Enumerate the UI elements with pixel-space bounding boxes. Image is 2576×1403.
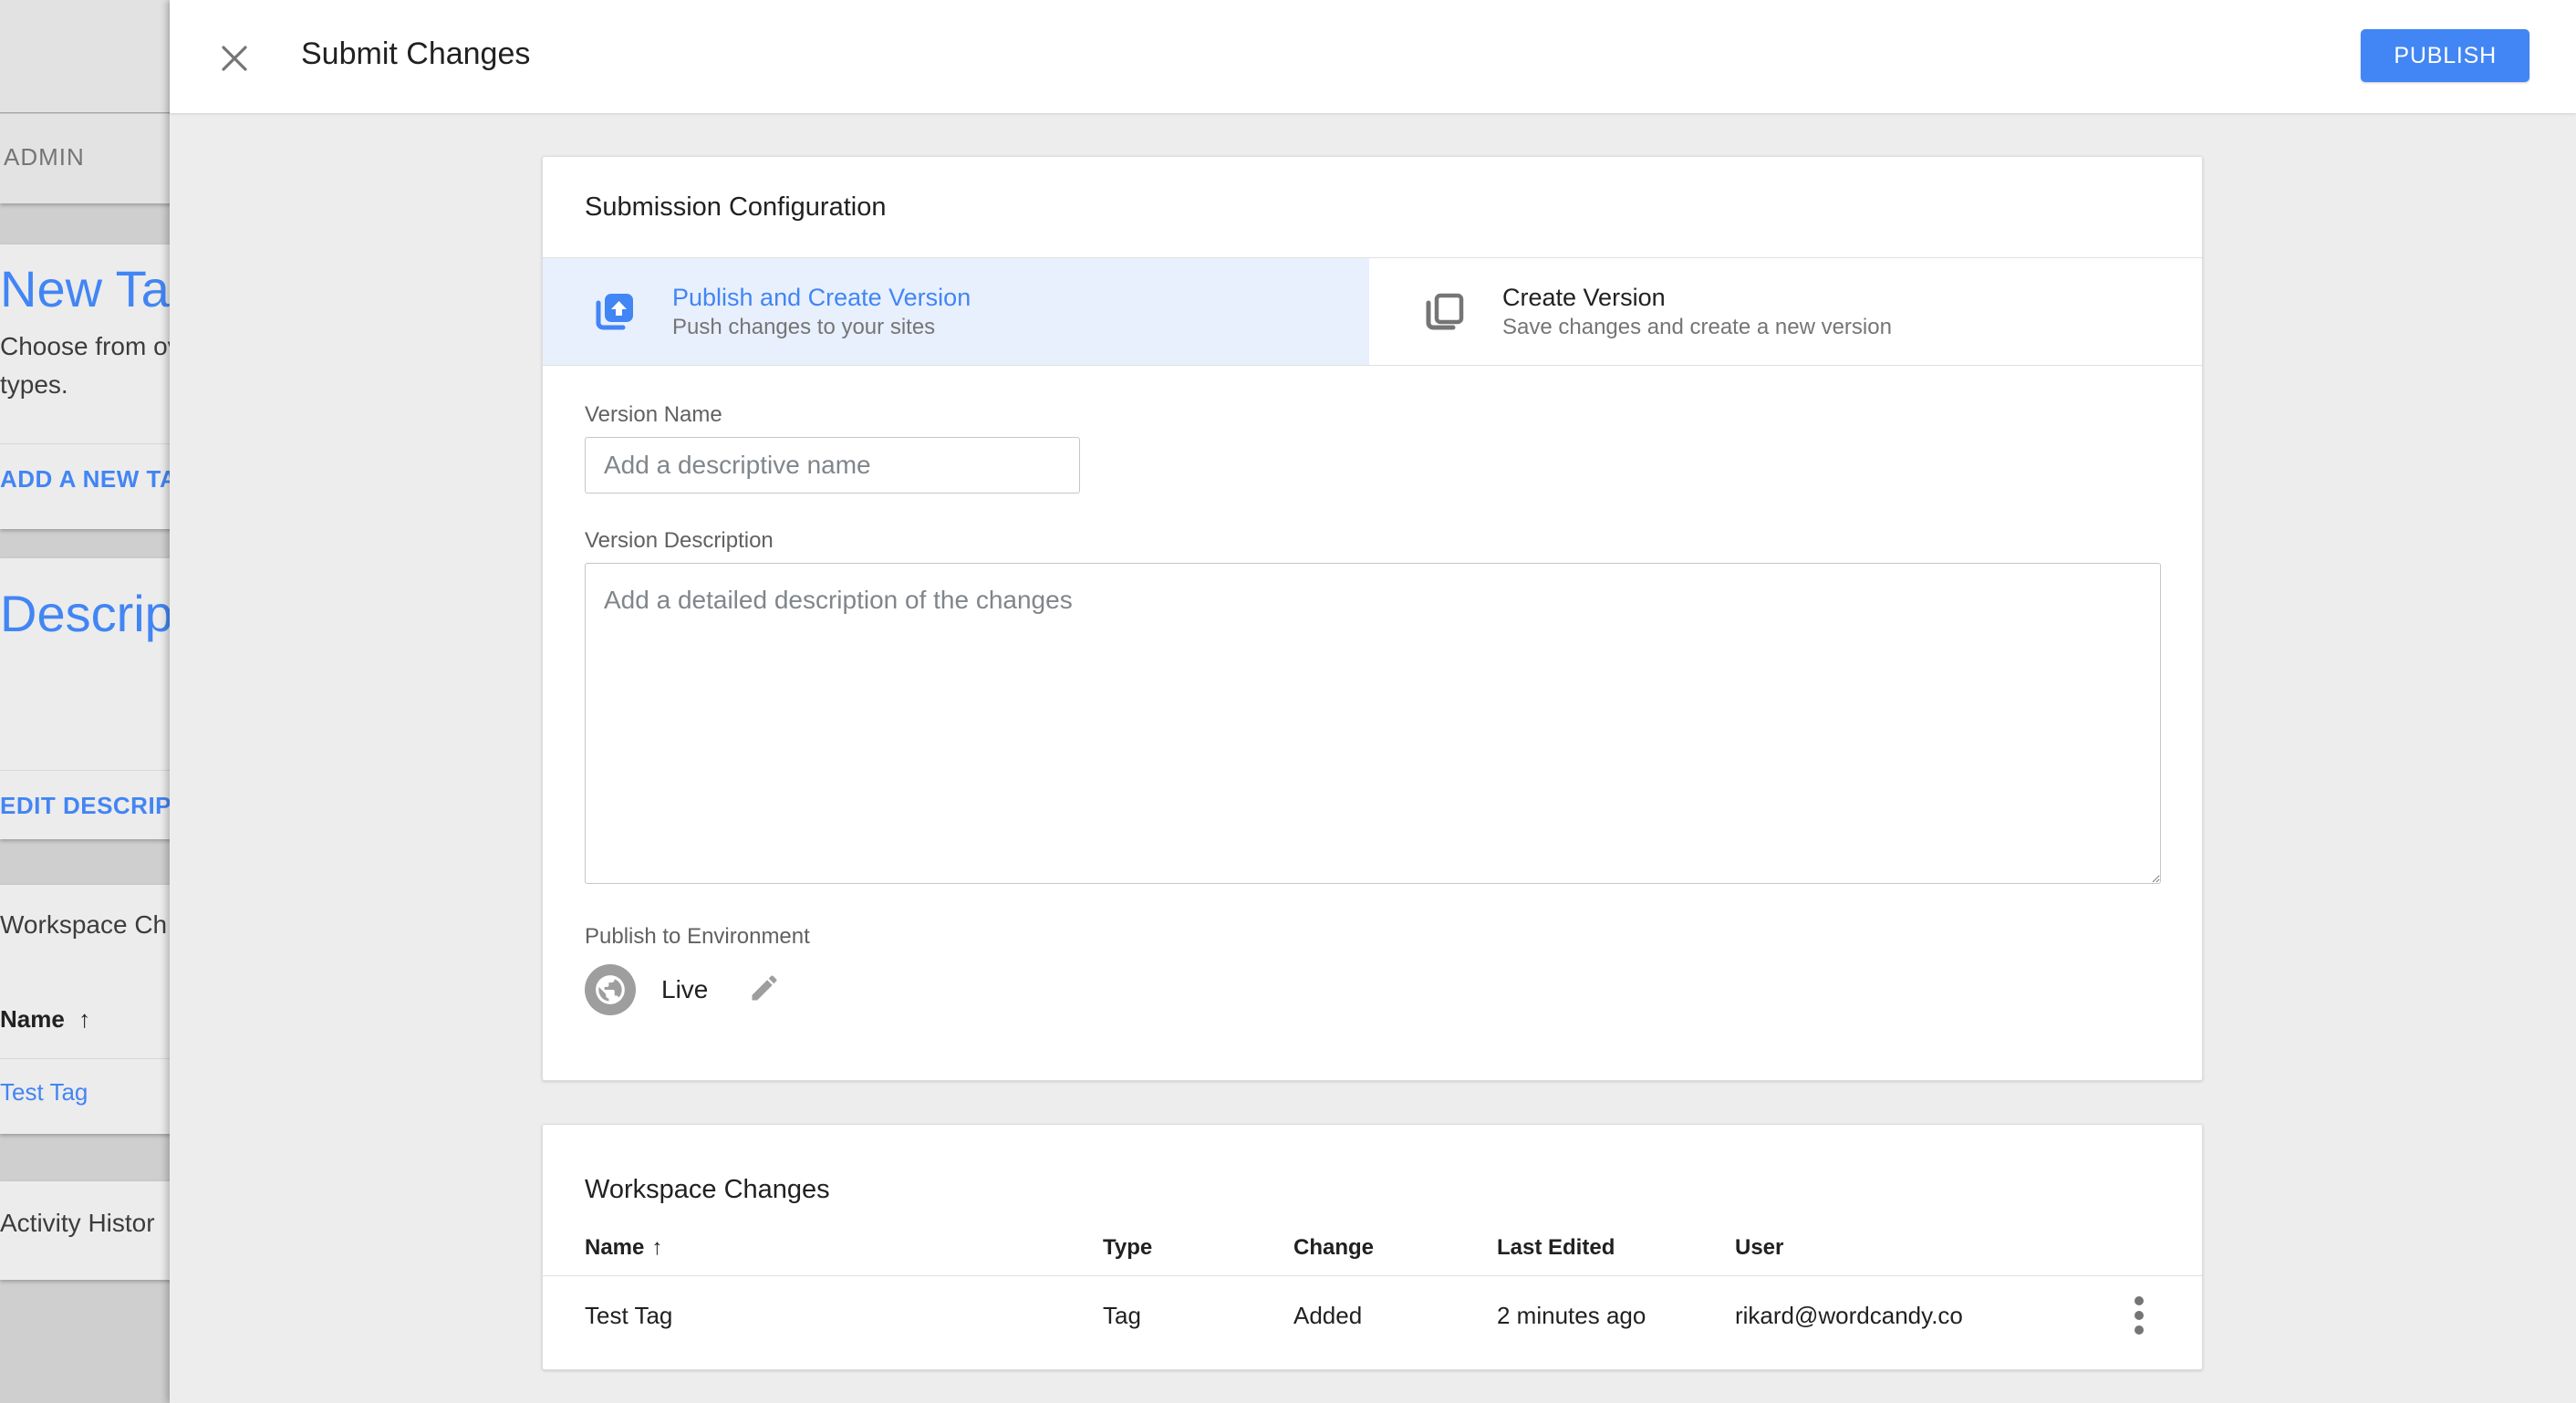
change-type: Tag	[1103, 1302, 1293, 1330]
dialog-body: Submission Configuration Publish and	[170, 113, 2576, 1403]
admin-label: ADMIN	[4, 143, 85, 171]
edit-environment-icon[interactable]	[748, 972, 784, 1008]
sort-ascending-icon: ↑	[651, 1235, 662, 1260]
background-admin-band: ADMIN	[0, 114, 170, 203]
change-last-edited: 2 minutes ago	[1497, 1302, 1735, 1330]
option-text: Publish and Create Version Push changes …	[672, 282, 971, 342]
publish-to-environment-label: Publish to Environment	[585, 924, 2159, 950]
changes-table-header: Name↑ Type Change Last Edited User	[543, 1220, 2202, 1276]
close-icon[interactable]	[218, 42, 251, 75]
submission-form: Version Name Version Description Publish…	[543, 366, 2202, 1015]
background-topbar	[0, 0, 170, 113]
option-text: Create Version Save changes and create a…	[1502, 282, 1892, 342]
sort-ascending-icon: ↑	[78, 1005, 90, 1033]
new-tag-desc-line2: types.	[0, 370, 68, 400]
change-user: rikard@wordcandy.co	[1735, 1302, 2104, 1330]
workspace-changes-card: Workspace Changes Name↑ Type Change Last…	[542, 1124, 2203, 1370]
submission-configuration-title: Submission Configuration	[585, 192, 886, 223]
background-workspace-changes-card: Workspace Ch Name ↑ Test Tag	[0, 885, 170, 1134]
version-name-label: Version Name	[585, 402, 2159, 428]
publish-button[interactable]: PUBLISH	[2361, 29, 2529, 82]
divider	[0, 770, 170, 771]
background-activity-history-card: Activity Histor	[0, 1181, 170, 1280]
submit-changes-dialog: Submit Changes PUBLISH Submission Config…	[170, 0, 2576, 1403]
card-title-row: Workspace Changes	[543, 1125, 2202, 1220]
create-version-icon	[1422, 290, 1466, 334]
new-tag-desc-line1: Choose from ov	[0, 332, 170, 361]
environment-row: Live	[585, 964, 2159, 1015]
version-name-input[interactable]	[585, 437, 1080, 494]
version-description-textarea[interactable]	[585, 563, 2161, 884]
screen: ADMIN New Tag Choose from ov types. ADD …	[0, 0, 2576, 1403]
new-tag-title: New Tag	[0, 259, 170, 318]
option-publish-and-create-version[interactable]: Publish and Create Version Push changes …	[543, 258, 1369, 365]
name-column-header[interactable]: Name ↑	[0, 1005, 90, 1034]
submission-type-options: Publish and Create Version Push changes …	[543, 257, 2202, 366]
change-kind: Added	[1293, 1302, 1497, 1330]
row-overflow-menu-icon[interactable]	[2119, 1290, 2159, 1341]
table-row: Test Tag Tag Added 2 minutes ago rikard@…	[543, 1276, 2202, 1355]
divider	[0, 1058, 170, 1059]
background-description-card: Descripti EDIT DESCRIPTI	[0, 558, 170, 839]
version-description-label: Version Description	[585, 528, 2159, 554]
test-tag-link[interactable]: Test Tag	[0, 1078, 88, 1107]
publish-icon	[592, 290, 636, 334]
edit-description-button[interactable]: EDIT DESCRIPTI	[0, 792, 170, 820]
card-title-row: Submission Configuration	[543, 157, 2202, 257]
workspace-changes-title: Workspace Ch	[0, 910, 167, 940]
activity-history-title: Activity Histor	[0, 1209, 155, 1238]
description-title: Descripti	[0, 584, 170, 643]
option-title: Publish and Create Version	[672, 282, 971, 313]
globe-icon	[585, 964, 636, 1015]
column-header-name[interactable]: Name↑	[585, 1235, 1103, 1261]
environment-name: Live	[661, 975, 708, 1004]
background-new-tag-card: New Tag Choose from ov types. ADD A NEW …	[0, 244, 170, 529]
column-header-last-edited: Last Edited	[1497, 1235, 1735, 1261]
option-title: Create Version	[1502, 282, 1892, 313]
workspace-changes-title: Workspace Changes	[585, 1175, 830, 1205]
option-subtitle: Save changes and create a new version	[1502, 313, 1892, 342]
dialog-title: Submit Changes	[301, 36, 530, 72]
column-header-user: User	[1735, 1235, 2104, 1261]
divider	[0, 443, 170, 444]
option-create-version[interactable]: Create Version Save changes and create a…	[1373, 258, 2202, 365]
change-name-link[interactable]: Test Tag	[585, 1302, 1103, 1330]
column-header-type: Type	[1103, 1235, 1293, 1261]
option-subtitle: Push changes to your sites	[672, 313, 971, 342]
submission-configuration-card: Submission Configuration Publish and	[542, 156, 2203, 1081]
column-header-change: Change	[1293, 1235, 1497, 1261]
dialog-header: Submit Changes PUBLISH	[170, 0, 2576, 113]
add-new-tag-button[interactable]: ADD A NEW TAG	[0, 465, 170, 494]
background-page-strip: ADMIN New Tag Choose from ov types. ADD …	[0, 0, 170, 1403]
